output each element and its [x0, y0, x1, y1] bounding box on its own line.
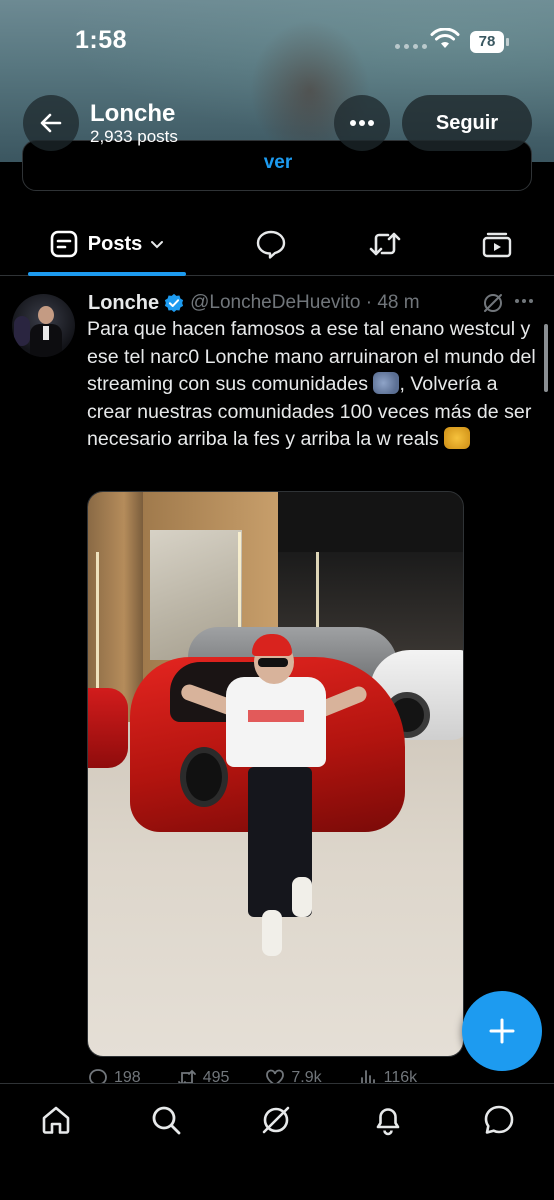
back-button[interactable]: [23, 95, 79, 151]
tab-media[interactable]: [468, 212, 526, 276]
wifi-icon: [430, 28, 460, 48]
nav-messages[interactable]: [479, 1100, 519, 1140]
profile-top-bar: Lonche 2,933 posts Seguir: [0, 90, 554, 154]
profile-tabs: Posts: [0, 212, 554, 276]
cellular-signal-icon: [395, 44, 427, 49]
post-header: Lonche @LoncheDeHuevito · 48 m: [88, 290, 420, 316]
posts-tab-icon: [50, 230, 78, 258]
tab-reposts[interactable]: [356, 212, 414, 276]
reply-bubble-icon: [256, 230, 286, 259]
post-count: 2,933 posts: [90, 127, 178, 146]
verified-badge-icon: [165, 293, 184, 313]
post-text: Para que hacen famosos a ese tal enano w…: [87, 316, 542, 454]
author-name[interactable]: Lonche: [88, 292, 159, 315]
compose-post-button[interactable]: [462, 991, 542, 1071]
arrow-left-icon: [40, 113, 62, 133]
home-icon: [42, 1106, 70, 1134]
tab-posts[interactable]: Posts: [28, 212, 186, 276]
bottom-navigation: [0, 1083, 554, 1200]
follow-button[interactable]: Seguir: [402, 95, 532, 151]
message-bubble-icon: [484, 1105, 514, 1134]
more-horizontal-icon: [350, 120, 374, 126]
plus-icon: [489, 1018, 515, 1044]
media-icon: [482, 232, 512, 258]
status-time: 1:58: [75, 26, 128, 54]
battery-level: 78: [478, 33, 496, 50]
active-tab-indicator: [28, 272, 186, 276]
post[interactable]: Lonche @LoncheDeHuevito · 48 m Para que …: [0, 277, 554, 1088]
more-options-button[interactable]: [334, 95, 390, 151]
battery-icon: 78: [470, 31, 510, 53]
post-more-icon[interactable]: [515, 299, 533, 303]
status-bar: 1:58 78: [0, 0, 554, 80]
profile-name: Lonche: [90, 100, 176, 127]
grok-icon[interactable]: [482, 292, 504, 314]
repost-icon: [369, 232, 401, 256]
bell-icon: [376, 1108, 400, 1136]
tab-replies[interactable]: [242, 212, 300, 276]
nav-grok[interactable]: [256, 1100, 296, 1140]
nav-search[interactable]: [146, 1100, 186, 1140]
nav-notifications[interactable]: [368, 1100, 408, 1140]
highlight-card-link[interactable]: ver: [23, 152, 533, 174]
speaking-head-emoji-icon: [373, 372, 400, 394]
tab-posts-label: Posts: [87, 232, 143, 255]
grok-nav-icon: [262, 1106, 290, 1134]
pointing-hand-emoji-icon: [444, 427, 471, 449]
scrollbar[interactable]: [544, 324, 548, 392]
author-avatar[interactable]: [12, 294, 75, 357]
search-icon: [152, 1106, 181, 1135]
chevron-down-icon: [151, 241, 164, 249]
author-handle-and-time: @LoncheDeHuevito · 48 m: [190, 292, 420, 313]
nav-home[interactable]: [36, 1100, 76, 1140]
post-photo[interactable]: [87, 491, 464, 1057]
